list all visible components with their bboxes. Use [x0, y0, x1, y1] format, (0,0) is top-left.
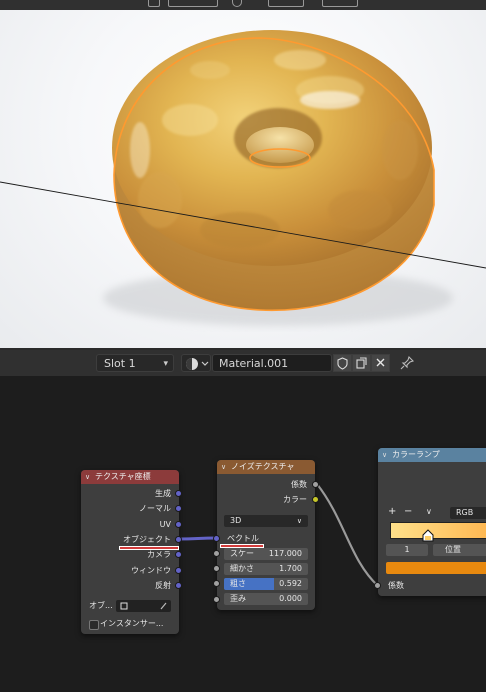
- eyedropper-icon: [160, 602, 167, 610]
- material-sphere-icon: [186, 358, 209, 370]
- input-label-fac: 係数: [388, 581, 404, 590]
- overlay-toggle-group[interactable]: [268, 0, 304, 7]
- scale-field[interactable]: スケー 117.000: [224, 548, 308, 560]
- input-label-vector: ベクトル: [227, 534, 259, 543]
- texture-coordinate-node[interactable]: ∨ テクスチャ座標 生成 ノーマル UV オブジェクト カメラ ウィンドウ 反射…: [81, 470, 179, 634]
- slot-label: Slot 1: [104, 357, 136, 370]
- socket-window[interactable]: [175, 567, 182, 574]
- color-ramp-node[interactable]: ∨ カラーランプ + − ∨ RGB 1 位置 係数: [378, 448, 486, 596]
- material-name-field[interactable]: Material.001: [212, 354, 332, 372]
- chevron-down-icon: ∨: [296, 517, 302, 525]
- node-title: ノイズテクスチャ: [231, 462, 295, 471]
- annotation-underline: [221, 545, 263, 547]
- node-header[interactable]: ∨ カラーランプ: [378, 448, 486, 462]
- scale-value: 117.000: [268, 549, 302, 558]
- distortion-field[interactable]: 歪み 0.000: [224, 593, 308, 605]
- socket-fac-out[interactable]: [312, 481, 319, 488]
- viewport-render: [0, 30, 486, 326]
- select-box-icon[interactable]: [148, 0, 160, 7]
- chevron-down-icon: ▾: [163, 359, 168, 369]
- roughness-field[interactable]: 粗さ 0.592: [224, 578, 308, 590]
- socket-roughness-in[interactable]: [213, 580, 220, 587]
- duplicate-material-button[interactable]: [352, 354, 371, 372]
- color-ramp-gradient[interactable]: [390, 522, 486, 539]
- duplicate-icon: [356, 357, 367, 369]
- instancer-checkbox[interactable]: [89, 620, 99, 630]
- output-label-uv: UV: [159, 520, 171, 529]
- socket-distortion-in[interactable]: [213, 596, 220, 603]
- browse-material-dropdown[interactable]: [181, 354, 211, 372]
- stop-color-swatch[interactable]: [386, 562, 486, 574]
- socket-normal[interactable]: [175, 505, 182, 512]
- slot-dropdown[interactable]: Slot 1 ▾: [96, 354, 174, 372]
- annotation-underline: [120, 547, 178, 549]
- mode-toggle-group[interactable]: [168, 0, 218, 7]
- shield-icon: [337, 357, 348, 370]
- socket-scale-in[interactable]: [213, 550, 220, 557]
- remove-stop-button[interactable]: −: [404, 507, 412, 517]
- color-mode-dropdown[interactable]: RGB: [450, 507, 486, 519]
- active-stop-index: 1: [404, 545, 410, 554]
- position-label: 位置: [445, 545, 461, 554]
- pin-icon[interactable]: [398, 354, 416, 372]
- collapse-chevron-icon[interactable]: ∨: [221, 460, 226, 474]
- output-label-color: カラー: [283, 495, 307, 504]
- socket-reflection[interactable]: [175, 582, 182, 589]
- viewport-header: [0, 0, 486, 10]
- output-label-normal: ノーマル: [139, 504, 171, 513]
- dimensions-dropdown[interactable]: 3D ∨: [224, 515, 308, 527]
- distortion-value: 0.000: [279, 594, 302, 603]
- detail-value: 1.700: [279, 564, 302, 573]
- scale-label: スケー: [230, 549, 254, 558]
- socket-vector-in[interactable]: [213, 535, 220, 542]
- output-label-window: ウィンドウ: [131, 566, 171, 575]
- collapse-chevron-icon[interactable]: ∨: [382, 448, 387, 462]
- node-header[interactable]: ∨ ノイズテクスチャ: [217, 460, 315, 474]
- output-label-object: オブジェクト: [123, 535, 171, 544]
- object-field-label: オブ...: [89, 601, 113, 610]
- viewport-shading-icon[interactable]: [232, 0, 242, 7]
- socket-object[interactable]: [175, 536, 182, 543]
- socket-detail-in[interactable]: [213, 565, 220, 572]
- collapse-chevron-icon[interactable]: ∨: [85, 470, 90, 484]
- output-label-reflection: 反射: [155, 581, 171, 590]
- socket-generated[interactable]: [175, 490, 182, 497]
- xray-toggle-group[interactable]: [322, 0, 358, 7]
- socket-camera[interactable]: [175, 551, 182, 558]
- add-stop-button[interactable]: +: [388, 507, 396, 517]
- color-stop-handle[interactable]: [421, 529, 435, 543]
- object-icon: [120, 602, 128, 610]
- node-header[interactable]: ∨ テクスチャ座標: [81, 470, 179, 484]
- dimensions-value: 3D: [230, 516, 242, 525]
- unlink-material-button[interactable]: [371, 354, 390, 372]
- roughness-label: 粗さ: [230, 579, 246, 588]
- fake-user-button[interactable]: [333, 354, 352, 372]
- node-title: テクスチャ座標: [95, 472, 151, 481]
- output-label-fac: 係数: [291, 480, 307, 489]
- node-title: カラーランプ: [392, 450, 440, 459]
- socket-fac-in[interactable]: [374, 582, 381, 589]
- 3d-viewport[interactable]: [0, 10, 486, 348]
- socket-color-out[interactable]: [312, 496, 319, 503]
- ramp-menu-button[interactable]: ∨: [426, 507, 432, 517]
- color-mode-value: RGB: [456, 508, 474, 517]
- distortion-label: 歪み: [230, 594, 246, 603]
- close-icon: [376, 358, 385, 367]
- roughness-value: 0.592: [279, 579, 302, 588]
- detail-label: 細かさ: [230, 564, 254, 573]
- active-stop-index-field[interactable]: 1: [386, 544, 428, 556]
- instancer-label: インスタンサー...: [100, 619, 164, 628]
- output-label-camera: カメラ: [147, 550, 171, 559]
- object-picker-field[interactable]: [116, 600, 171, 612]
- socket-uv[interactable]: [175, 521, 182, 528]
- output-label-generated: 生成: [155, 489, 171, 498]
- material-name: Material.001: [219, 357, 289, 370]
- noise-texture-node[interactable]: ∨ ノイズテクスチャ 係数 カラー 3D ∨ ベクトル スケー 117.000 …: [217, 460, 315, 610]
- stop-position-field[interactable]: 位置: [433, 544, 486, 556]
- detail-field[interactable]: 細かさ 1.700: [224, 563, 308, 575]
